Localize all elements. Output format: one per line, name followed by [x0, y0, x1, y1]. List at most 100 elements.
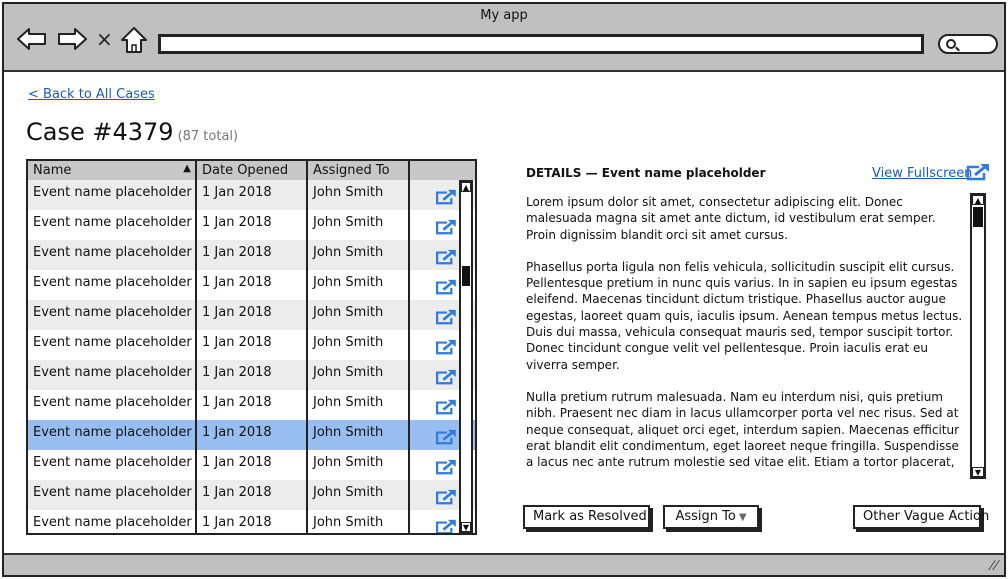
cell-assigned-to: John Smith: [307, 240, 410, 270]
window-title: My app: [480, 8, 528, 23]
cell-event-name: Event name placeholder: [28, 330, 197, 360]
table-row[interactable]: Event name placeholder 1 Jan 2018 John Smi…: [28, 360, 475, 390]
cell-assigned-to: John Smith: [307, 510, 410, 533]
open-external-icon[interactable]: [435, 279, 457, 295]
chevron-down-icon: ▼: [738, 512, 747, 523]
table-header-row: Name ▲ Date Opened Assigned To: [28, 161, 475, 180]
column-header-actions: [409, 161, 475, 180]
details-body: Lorem ipsum dolor sit amet, consectetur …: [526, 194, 966, 470]
cell-date-opened: 1 Jan 2018: [196, 450, 308, 480]
view-fullscreen-link[interactable]: View Fullscreen: [872, 166, 972, 181]
open-external-icon[interactable]: [435, 459, 457, 475]
cell-assigned-to: John Smith: [307, 210, 410, 240]
scroll-thumb[interactable]: [462, 266, 470, 286]
cell-event-name: Event name placeholder: [28, 180, 197, 210]
cell-event-name: Event name placeholder: [28, 510, 197, 533]
assign-to-label: Assign To: [675, 509, 736, 524]
cell-assigned-to: John Smith: [307, 420, 410, 450]
column-header-assigned-to[interactable]: Assigned To: [307, 161, 410, 180]
cell-assigned-to: John Smith: [307, 360, 410, 390]
open-external-icon[interactable]: [435, 399, 457, 415]
column-header-date-opened[interactable]: Date Opened: [196, 161, 308, 180]
cell-event-name: Event name placeholder: [28, 420, 197, 450]
open-external-icon[interactable]: [435, 189, 457, 205]
home-icon[interactable]: [120, 26, 148, 54]
cell-date-opened: 1 Jan 2018: [196, 300, 308, 330]
open-external-icon[interactable]: [435, 309, 457, 325]
details-paragraph: Lorem ipsum dolor sit amet, consectetur …: [526, 195, 936, 242]
scroll-down-icon[interactable]: ▼: [972, 467, 984, 477]
mark-as-resolved-button[interactable]: Mark as Resolved: [523, 505, 650, 529]
table-scrollbar[interactable]: ▲ ▼: [459, 180, 473, 534]
cell-date-opened: 1 Jan 2018: [196, 180, 308, 210]
stop-icon[interactable]: ×: [96, 26, 113, 52]
open-external-icon[interactable]: [966, 163, 990, 181]
table-row[interactable]: Event name placeholder 1 Jan 2018 John Smi…: [28, 270, 475, 300]
cell-date-opened: 1 Jan 2018: [196, 330, 308, 360]
case-total-count: (87 total): [177, 129, 239, 144]
back-to-all-cases-link[interactable]: < Back to All Cases: [28, 87, 155, 102]
scroll-up-icon[interactable]: ▲: [461, 182, 471, 192]
cell-assigned-to: John Smith: [307, 180, 410, 210]
scroll-down-icon[interactable]: ▼: [461, 522, 471, 532]
cell-assigned-to: John Smith: [307, 480, 410, 510]
scroll-up-icon[interactable]: ▲: [972, 195, 984, 205]
open-external-icon[interactable]: [435, 249, 457, 265]
open-external-icon[interactable]: [435, 489, 457, 505]
cell-date-opened: 1 Jan 2018: [196, 390, 308, 420]
url-input[interactable]: [158, 34, 924, 54]
scroll-thumb[interactable]: [973, 207, 983, 227]
page-title: Case #4379 (87 total): [26, 118, 238, 146]
cell-event-name: Event name placeholder: [28, 210, 197, 240]
cell-date-opened: 1 Jan 2018: [196, 240, 308, 270]
cell-assigned-to: John Smith: [307, 300, 410, 330]
sort-ascending-icon[interactable]: ▲: [183, 163, 191, 174]
column-header-name[interactable]: Name ▲: [28, 161, 197, 180]
table-row[interactable]: Event name placeholder 1 Jan 2018 John Smi…: [28, 180, 475, 210]
details-paragraph: Phasellus porta ligula non felis vehicul…: [526, 259, 963, 372]
cell-event-name: Event name placeholder: [28, 480, 197, 510]
browser-chrome: My app ×: [4, 4, 1004, 72]
cell-date-opened: 1 Jan 2018: [196, 360, 308, 390]
case-number: Case #4379: [26, 118, 174, 146]
resize-grip-icon[interactable]: //: [987, 558, 1000, 572]
cell-date-opened: 1 Jan 2018: [196, 270, 308, 300]
open-external-icon[interactable]: [435, 369, 457, 385]
cell-assigned-to: John Smith: [307, 450, 410, 480]
cell-event-name: Event name placeholder: [28, 390, 197, 420]
column-header-label: Name: [33, 163, 72, 178]
cell-assigned-to: John Smith: [307, 270, 410, 300]
cell-date-opened: 1 Jan 2018: [196, 210, 308, 240]
open-external-icon[interactable]: [435, 429, 457, 445]
cell-event-name: Event name placeholder: [28, 270, 197, 300]
assign-to-dropdown[interactable]: Assign To ▼: [663, 505, 759, 529]
table-row[interactable]: Event name placeholder 1 Jan 2018 John Smi…: [28, 330, 475, 360]
table-row[interactable]: Event name placeholder 1 Jan 2018 John Smi…: [28, 240, 475, 270]
details-scrollbar[interactable]: ▲ ▼: [970, 193, 986, 479]
cell-date-opened: 1 Jan 2018: [196, 480, 308, 510]
table-row[interactable]: Event name placeholder 1 Jan 2018 John Smi…: [28, 450, 475, 480]
table-row[interactable]: Event name placeholder 1 Jan 2018 John Smi…: [28, 210, 475, 240]
table-row[interactable]: Event name placeholder 1 Jan 2018 John Smi…: [28, 300, 475, 330]
cell-event-name: Event name placeholder: [28, 240, 197, 270]
cell-date-opened: 1 Jan 2018: [196, 420, 308, 450]
other-vague-action-button[interactable]: Other Vague Action: [853, 505, 989, 529]
cell-event-name: Event name placeholder: [28, 450, 197, 480]
forward-arrow-icon[interactable]: [56, 26, 88, 52]
open-external-icon[interactable]: [435, 339, 457, 355]
table-row[interactable]: Event name placeholder 1 Jan 2018 John Smi…: [28, 390, 475, 420]
cell-assigned-to: John Smith: [307, 390, 410, 420]
open-external-icon[interactable]: [435, 219, 457, 235]
cell-event-name: Event name placeholder: [28, 300, 197, 330]
details-paragraph: Nulla pretium rutrum malesuada. Nam eu i…: [526, 389, 960, 470]
cell-assigned-to: John Smith: [307, 330, 410, 360]
table-row[interactable]: Event name placeholder 1 Jan 2018 John Smi…: [28, 510, 475, 535]
open-external-icon[interactable]: [435, 519, 457, 535]
back-arrow-icon[interactable]: [16, 26, 48, 52]
cell-event-name: Event name placeholder: [28, 360, 197, 390]
table-row[interactable]: Event name placeholder 1 Jan 2018 John Smi…: [28, 420, 475, 450]
details-heading: DETAILS — Event name placeholder: [526, 166, 766, 180]
browser-search-button[interactable]: [938, 34, 998, 54]
table-row[interactable]: Event name placeholder 1 Jan 2018 John Smi…: [28, 480, 475, 510]
status-bar: //: [4, 553, 1004, 575]
